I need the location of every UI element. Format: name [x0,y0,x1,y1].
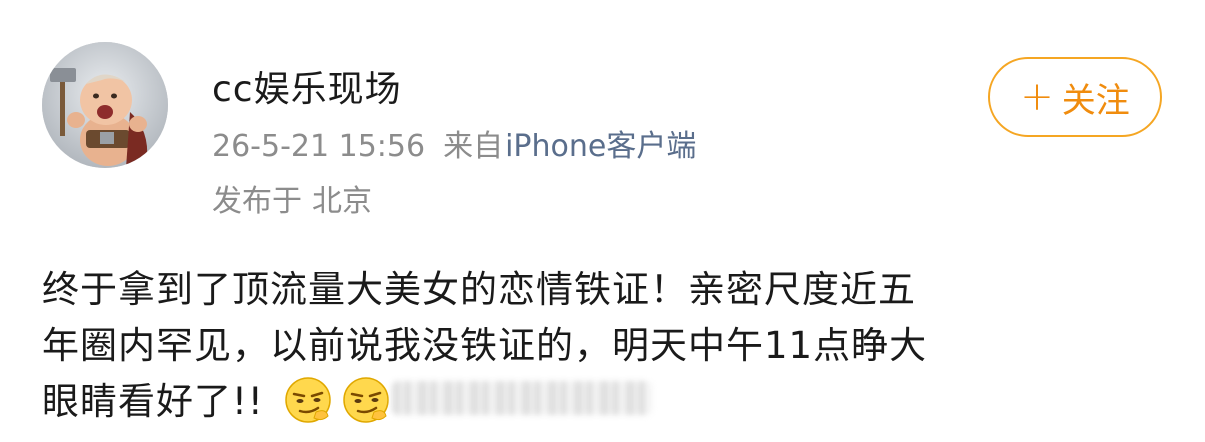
post-content: 终于拿到了顶流量大美女的恋情铁证！亲密尺度近五 年圈内罕见，以前说我没铁证的，明… [42,262,1162,430]
username[interactable]: cc娱乐现场 [212,60,402,112]
follow-button-label: 关注 [1061,80,1130,121]
follow-button[interactable]: + 关注 [988,57,1162,137]
smirk-emoji-icon [340,374,392,426]
post-meta: 26-5-21 15:56 来自iPhone客户端 [212,121,696,165]
post-line-text: 眼睛看好了!! [42,380,264,423]
source-device-link[interactable]: iPhone客户端 [505,129,696,164]
avatar-baby-warrior-icon [42,42,168,168]
post-line-last: 眼睛看好了!! [42,374,1162,430]
location-value: 北京 [312,184,372,219]
plus-icon: + [1020,74,1054,120]
post-time: 26-5-21 15:56 [212,129,426,164]
location-prefix: 发布于 [212,184,302,219]
smirk-emoji-icon [282,374,334,426]
post-line: 终于拿到了顶流量大美女的恋情铁证！亲密尺度近五 [42,268,916,311]
avatar[interactable] [42,42,168,168]
post-location: 发布于 北京 [212,176,372,220]
blurred-text [392,380,653,415]
post-line: 年圈内罕见，以前说我没铁证的，明天中午11点睁大 [42,324,928,367]
source-prefix: 来自 [443,129,504,164]
